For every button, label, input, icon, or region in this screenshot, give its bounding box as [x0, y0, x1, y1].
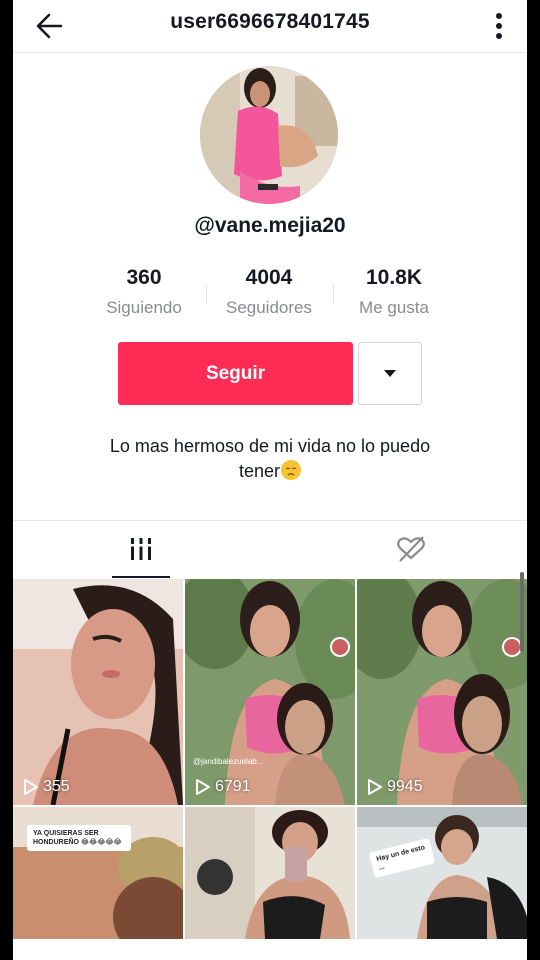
video-thumbnail-image	[185, 579, 355, 805]
disappointed-face-emoji	[281, 460, 302, 480]
video-thumbnail[interactable]: Hay un de esto ...	[357, 807, 527, 939]
profile-bio: Lo mas hermoso de mi vida no lo puedo te…	[93, 434, 447, 484]
video-thumbnail-image	[357, 579, 527, 805]
stat-following[interactable]: 360 Siguiendo	[79, 266, 209, 318]
play-count: 9945	[367, 778, 423, 796]
stat-likes[interactable]: 10.8K Me gusta	[329, 266, 459, 318]
play-count-value: 355	[43, 778, 70, 795]
active-tab-indicator	[112, 576, 170, 578]
play-icon	[368, 779, 382, 795]
likes-count: 10.8K	[365, 266, 423, 289]
suggested-accounts-button[interactable]	[358, 342, 422, 405]
video-overlay-handle: @jandibalezuelab...	[193, 757, 264, 766]
follow-button[interactable]: Seguir	[118, 342, 353, 405]
more-options-button[interactable]	[485, 6, 513, 46]
play-count: 6791	[195, 778, 251, 796]
play-count: 355	[23, 778, 70, 796]
bio-text: Lo mas hermoso de mi vida no lo puedo te…	[109, 436, 431, 481]
play-icon	[196, 779, 210, 795]
profile-tabs	[13, 520, 527, 580]
profile-screen: user6696678401745 @vane.mejia20 360 Sigu…	[13, 0, 527, 960]
likes-label: Me gusta	[359, 298, 429, 317]
video-thumbnail[interactable]: 9945	[357, 579, 527, 805]
video-caption-sticker: YA QUISIERAS SER HONDUREÑO 😂😂😂😂😂	[27, 825, 131, 851]
page-title: user6696678401745	[170, 10, 370, 33]
play-count-value: 9945	[387, 778, 423, 795]
play-count-value: 6791	[215, 778, 251, 795]
vertical-dots-icon	[496, 13, 502, 39]
caret-down-icon	[384, 370, 396, 377]
video-grid-icon	[128, 538, 154, 560]
hidden-heart-icon	[397, 536, 425, 562]
followers-count: 4004	[245, 266, 293, 289]
video-thumbnail[interactable]: 355	[13, 579, 183, 805]
tab-videos[interactable]	[13, 521, 270, 579]
profile-username: @vane.mejia20	[194, 214, 346, 237]
video-thumbnail-image	[185, 807, 355, 939]
stat-followers[interactable]: 4004 Seguidores	[204, 266, 334, 318]
video-thumbnail[interactable]: @jandibalezuelab... 6791	[185, 579, 355, 805]
video-thumbnail-image	[13, 579, 183, 805]
avatar[interactable]	[200, 66, 338, 204]
followers-label: Seguidores	[225, 298, 312, 317]
avatar-photo	[200, 66, 338, 204]
device-frame: user6696678401745 @vane.mejia20 360 Sigu…	[0, 0, 540, 960]
play-icon	[24, 779, 38, 795]
tab-liked[interactable]	[270, 521, 527, 579]
following-count: 360	[126, 266, 162, 289]
video-thumbnail[interactable]: YA QUISIERAS SER HONDUREÑO 😂😂😂😂😂	[13, 807, 183, 939]
video-thumbnail[interactable]	[185, 807, 355, 939]
scrollbar[interactable]	[520, 572, 524, 652]
top-bar: user6696678401745	[13, 0, 527, 53]
following-label: Siguiendo	[106, 298, 182, 317]
